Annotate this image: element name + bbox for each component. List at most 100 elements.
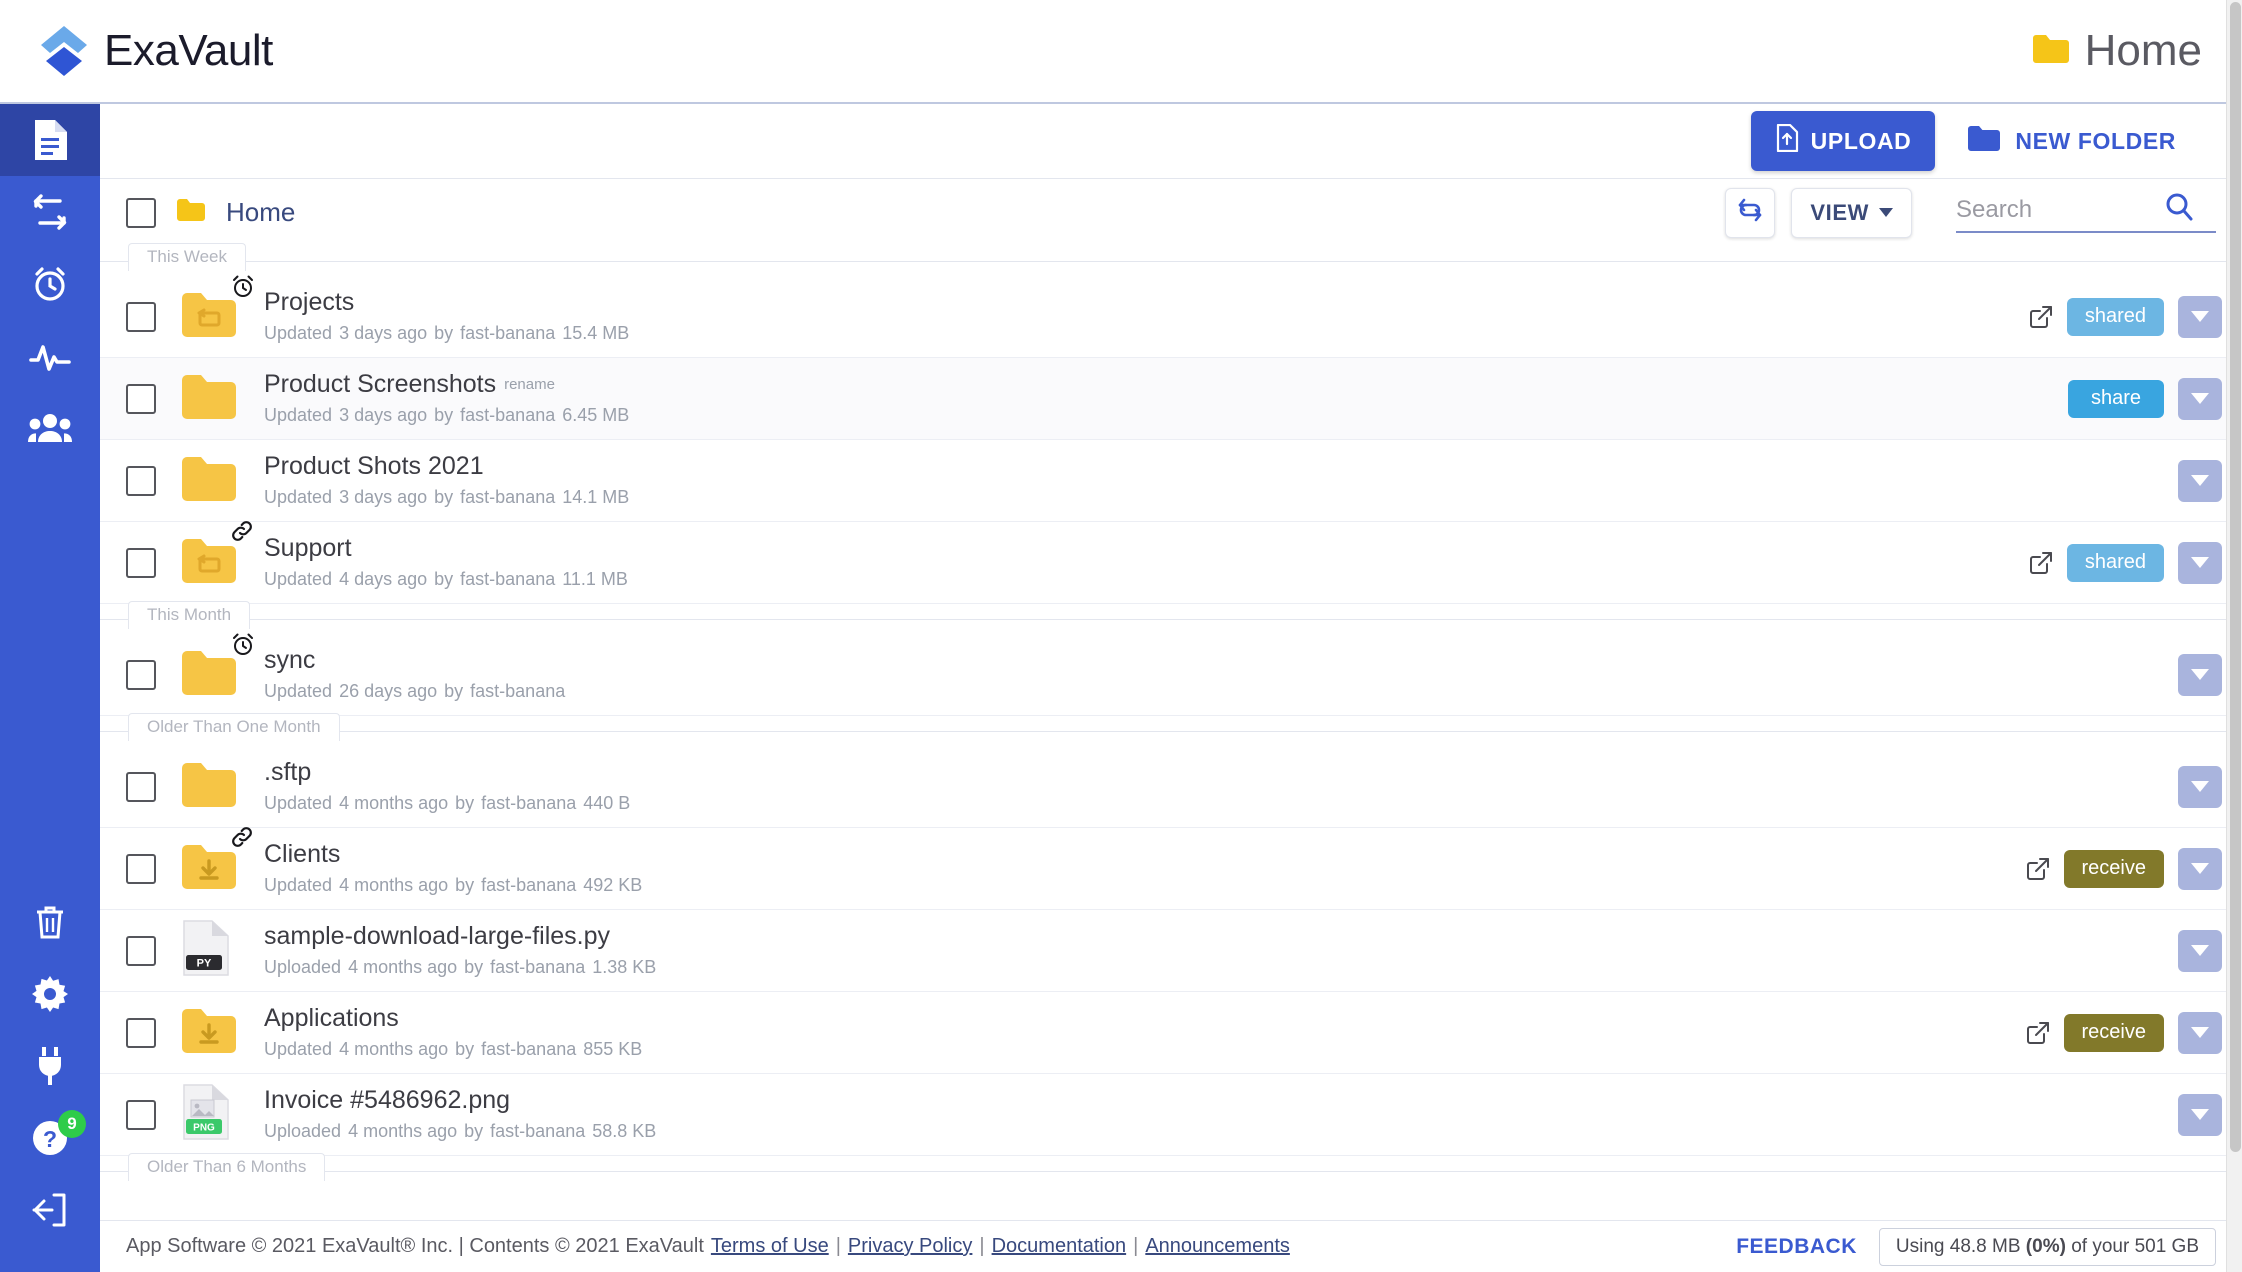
external-link-icon[interactable] [2029,305,2053,329]
table-row[interactable]: Applications Updated 4 months ago by fast-b… [100,992,2242,1074]
search-input[interactable] [1956,195,2156,224]
folder-icon[interactable] [180,455,242,506]
search-box[interactable] [1956,192,2216,233]
row-text: Support Updated 4 days ago by fast-banana 11… [264,534,635,591]
shared-badge[interactable]: shared [2066,543,2164,582]
table-row[interactable]: PNG Invoice #5486962.png Uploaded 4 month… [100,1074,2242,1156]
row-menu-button[interactable] [2178,929,2222,972]
folder-icon[interactable] [180,761,242,812]
table-row[interactable]: .sftp Updated 4 months ago by fast-banana 44… [100,746,2242,828]
row-checkbox[interactable] [126,547,156,578]
sidebar-top-items [0,104,100,464]
new-folder-button[interactable]: NEW FOLDER [1961,112,2182,171]
row-menu-button[interactable] [2178,459,2222,502]
table-row[interactable]: PY sample-download-large-files.py Upload… [100,910,2242,992]
row-name[interactable]: sync [264,646,572,675]
folder-icon[interactable] [180,373,242,424]
folder-receive-icon[interactable] [180,827,252,894]
folder-shared-icon[interactable] [180,275,253,342]
row-name[interactable]: Applications [264,1004,649,1033]
row-checkbox[interactable] [126,465,156,496]
rename-hint[interactable]: rename [504,376,555,393]
row-checkbox[interactable] [126,1099,156,1130]
table-row[interactable]: Projects Updated 3 days ago by fast-banana 1… [100,275,2242,358]
row-name[interactable]: Product Shots 2021 [264,452,636,481]
row-menu-button[interactable] [2178,847,2222,890]
row-menu-button[interactable] [2178,377,2222,420]
row-name[interactable]: Invoice #5486962.png [264,1086,663,1115]
row-menu-button[interactable] [2178,295,2222,338]
sidebar-item-trash[interactable] [0,886,100,958]
sidebar-item-transfers[interactable] [0,176,100,248]
row-checkbox[interactable] [126,301,156,332]
footer-link-announcements[interactable]: Announcements [1145,1235,1290,1258]
row-name[interactable]: Support [264,534,635,563]
shared-badge[interactable]: shared [2066,297,2164,336]
share-badge[interactable]: share [2068,379,2164,418]
footer-link-privacy[interactable]: Privacy Policy [848,1235,972,1258]
row-name[interactable]: sample-download-large-files.py [264,922,663,951]
sidebar-item-notifications[interactable] [0,248,100,320]
external-link-icon[interactable] [2029,551,2053,575]
feedback-button[interactable]: FEEDBACK [1736,1235,1857,1259]
upload-button[interactable]: UPLOAD [1750,111,1936,171]
folder-shared-icon[interactable] [180,521,252,588]
sidebar-item-files[interactable] [0,104,100,176]
page-scrollbar[interactable] [2226,0,2242,1272]
section-label: Older Than One Month [128,713,340,741]
select-all-checkbox[interactable] [126,197,156,228]
row-menu-button[interactable] [2178,541,2222,584]
view-dropdown-button[interactable]: VIEW [1791,187,1912,238]
row-meta: Updated 4 days ago by fast-banana 11.1 MB [264,569,635,590]
sidebar-item-settings[interactable] [0,958,100,1030]
refresh-button[interactable] [1725,187,1776,238]
row-text: Product Screenshots rename Updated 3 days … [264,370,636,427]
footer-link-documentation[interactable]: Documentation [992,1235,1127,1258]
row-menu-button[interactable] [2178,653,2222,696]
row-checkbox[interactable] [126,1017,156,1048]
brand[interactable]: ExaVault [0,23,273,79]
table-row[interactable]: Clients Updated 4 months ago by fast-banana… [100,827,2242,910]
logout-icon [32,1193,68,1227]
scrollbar-thumb[interactable] [2230,2,2241,1152]
row-menu-button[interactable] [2178,1093,2222,1136]
file-py-icon[interactable]: PY [180,919,242,982]
table-row[interactable]: Product Shots 2021 Updated 3 days ago by fa… [100,440,2242,522]
table-row[interactable]: Product Screenshots rename Updated 3 days … [100,358,2242,440]
table-row[interactable]: sync Updated 26 days ago by fast-banana [100,633,2242,716]
row-checkbox[interactable] [126,383,156,414]
receive-badge[interactable]: receive [2063,849,2164,888]
footer-link-terms[interactable]: Terms of Use [711,1235,829,1258]
folder-receive-icon[interactable] [180,1007,242,1058]
sidebar-item-integrations[interactable] [0,1030,100,1102]
row-meta-time: 4 months ago [339,793,449,814]
row-meta-by: by [434,569,454,590]
receive-badge[interactable]: receive [2063,1013,2164,1052]
sidebar-item-users[interactable] [0,392,100,464]
row-menu-button[interactable] [2178,765,2222,808]
row-meta-user: fast-banana [460,487,556,508]
sidebar-item-logout[interactable] [0,1174,100,1246]
external-link-icon[interactable] [2026,1021,2050,1045]
table-row[interactable]: Support Updated 4 days ago by fast-banana 11… [100,521,2242,604]
top-header: ExaVault Home [0,0,2242,104]
section-divider: This Week [100,243,2242,276]
row-name[interactable]: Projects [264,288,636,317]
file-png-icon[interactable]: PNG [180,1083,242,1146]
folder-icon[interactable] [180,633,253,700]
row-menu-button[interactable] [2178,1011,2222,1054]
row-checkbox[interactable] [126,659,156,690]
row-name[interactable]: Clients [264,840,649,869]
row-checkbox[interactable] [126,771,156,802]
row-checkbox[interactable] [126,853,156,884]
sidebar-item-help[interactable]: ? 9 [0,1102,100,1174]
row-checkbox[interactable] [126,935,156,966]
sidebar-item-activity[interactable] [0,320,100,392]
row-name[interactable]: .sftp [264,758,637,787]
breadcrumb[interactable]: Home [226,197,295,228]
external-link-icon[interactable] [2026,857,2050,881]
row-actions [2178,929,2222,972]
section-divider: This Month [100,601,2242,634]
row-name[interactable]: Product Screenshots rename [264,370,636,399]
search-icon[interactable] [2164,192,2194,227]
